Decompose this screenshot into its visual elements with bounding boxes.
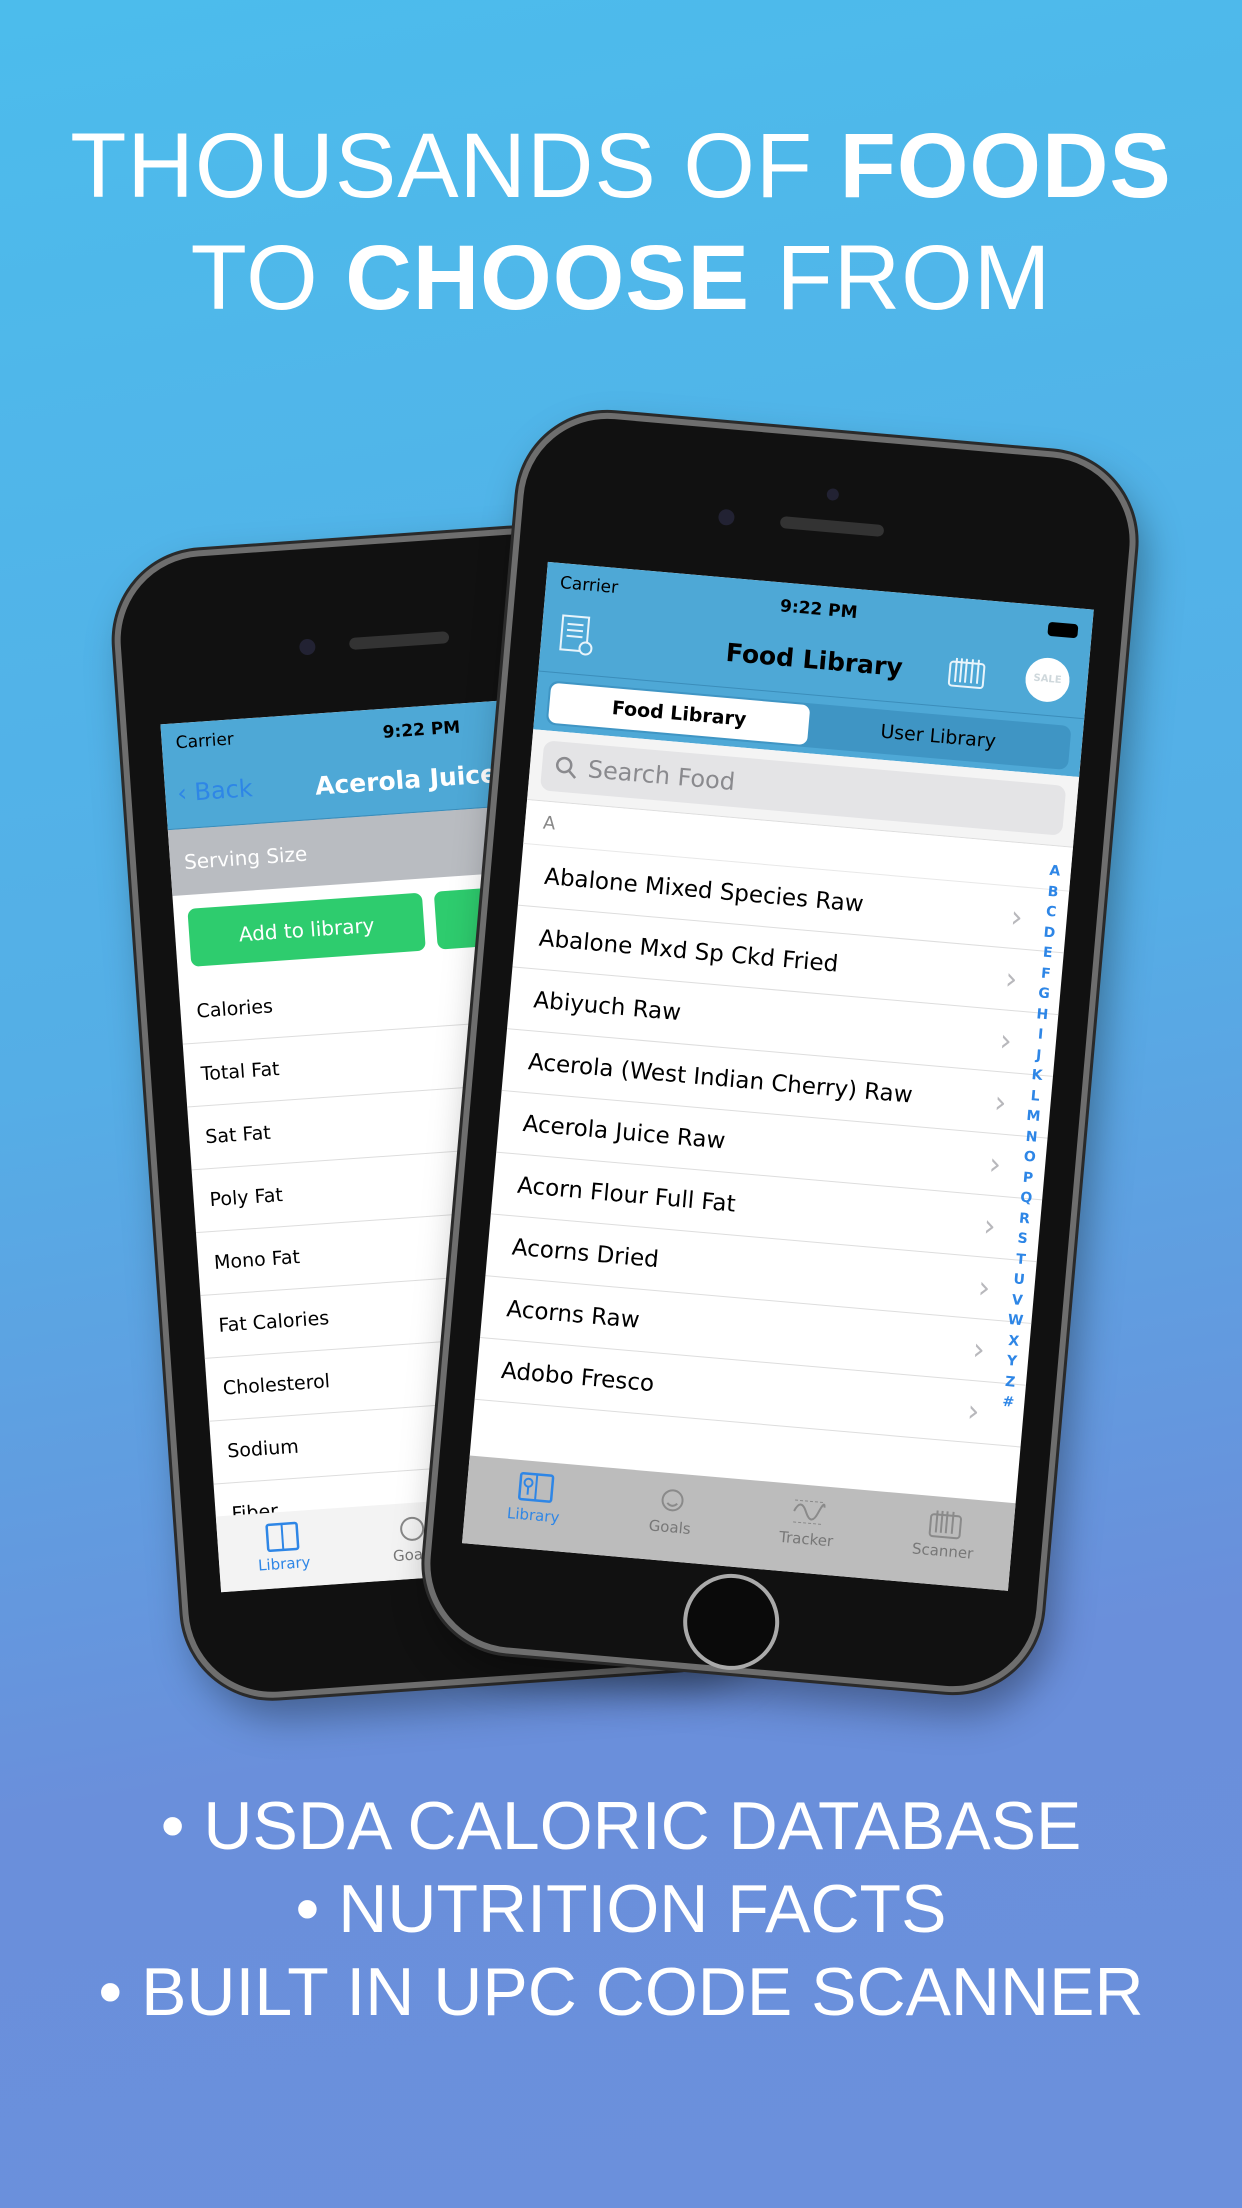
- scanner-icon: [928, 1510, 962, 1540]
- headline-text: THOUSANDS OF: [70, 115, 840, 217]
- index-letter[interactable]: H: [1031, 1003, 1053, 1025]
- feature-item: • USDA CALORIC DATABASE: [160, 1788, 1082, 1864]
- search-placeholder: Search Food: [586, 755, 737, 796]
- battery-icon: [1047, 621, 1079, 639]
- index-letter[interactable]: Y: [1001, 1351, 1023, 1373]
- search-icon: [555, 756, 577, 779]
- barcode-icon[interactable]: [946, 655, 987, 694]
- chevron-right-icon: ›: [976, 1270, 992, 1307]
- feature-item: • BUILT IN UPC CODE SCANNER: [98, 1954, 1144, 2030]
- index-letter[interactable]: L: [1024, 1085, 1046, 1107]
- back-label: Back: [193, 774, 254, 807]
- chevron-right-icon: ›: [971, 1332, 987, 1368]
- index-letter[interactable]: W: [1005, 1310, 1027, 1332]
- index-letter[interactable]: K: [1026, 1065, 1048, 1087]
- tab-library[interactable]: Library: [462, 1455, 606, 1555]
- chevron-right-icon: ›: [982, 1208, 998, 1245]
- index-letter[interactable]: J: [1028, 1044, 1050, 1066]
- tab-bar: Library Goals Tracker Scanner: [462, 1455, 1016, 1591]
- index-letter[interactable]: O: [1019, 1146, 1041, 1168]
- food-name: Abalone Mixed Species Raw: [543, 863, 865, 918]
- camera: [717, 508, 736, 526]
- index-letter[interactable]: D: [1039, 922, 1061, 944]
- index-letter[interactable]: B: [1042, 881, 1064, 903]
- index-letter[interactable]: R: [1014, 1208, 1036, 1230]
- library-icon: [517, 1471, 554, 1503]
- index-letter[interactable]: F: [1035, 963, 1057, 985]
- headline-bold: CHOOSE: [345, 227, 750, 329]
- chevron-right-icon: ›: [987, 1146, 1003, 1183]
- front-sensor: [826, 487, 840, 501]
- index-letter[interactable]: U: [1008, 1269, 1030, 1291]
- chevron-right-icon: ›: [1009, 899, 1025, 936]
- food-name: Acorns Raw: [505, 1296, 641, 1334]
- speaker: [779, 516, 885, 538]
- index-letter[interactable]: C: [1040, 901, 1062, 923]
- goals-icon: [400, 1516, 425, 1541]
- index-letter[interactable]: I: [1030, 1024, 1052, 1046]
- food-name: Acorns Dried: [510, 1234, 660, 1274]
- tab-label: Tracker: [778, 1527, 834, 1551]
- home-button[interactable]: [679, 1569, 784, 1674]
- add-to-library-button[interactable]: Add to library: [187, 892, 426, 967]
- back-button[interactable]: ‹ Back: [176, 774, 253, 807]
- headline-text: TO: [190, 227, 346, 329]
- chevron-right-icon: ›: [998, 1023, 1014, 1060]
- feature-item: • NUTRITION FACTS: [295, 1871, 947, 1947]
- food-name: Acerola Juice Raw: [521, 1110, 727, 1155]
- index-letter[interactable]: P: [1017, 1167, 1039, 1189]
- index-letter[interactable]: M: [1023, 1105, 1045, 1127]
- index-letter[interactable]: E: [1037, 942, 1059, 964]
- headline-bold: FOODS: [839, 115, 1172, 217]
- tab-goals[interactable]: Goals: [599, 1467, 743, 1567]
- feature-list: • USDA CALORIC DATABASE • NUTRITION FACT…: [0, 1785, 1242, 2034]
- index-letter[interactable]: V: [1006, 1289, 1028, 1311]
- front-phone: Carrier 9:22 PM Food Library SALE Food L…: [416, 405, 1144, 1700]
- tracker-icon: [792, 1499, 826, 1526]
- food-name: Abiyuch Raw: [532, 987, 683, 1027]
- tab-tracker[interactable]: Tracker: [735, 1479, 879, 1579]
- tab-library[interactable]: Library: [216, 1507, 351, 1592]
- tab-label: Scanner: [911, 1539, 975, 1563]
- speaker: [348, 631, 450, 651]
- food-name: Abalone Mxd Sp Ckd Fried: [537, 925, 840, 978]
- library-icon: [265, 1521, 300, 1553]
- index-letter[interactable]: G: [1033, 983, 1055, 1005]
- goals-icon: [661, 1489, 684, 1512]
- index-letter[interactable]: X: [1003, 1330, 1025, 1352]
- index-letter[interactable]: S: [1012, 1228, 1034, 1250]
- index-letter[interactable]: #: [998, 1391, 1020, 1413]
- front-screen: Carrier 9:22 PM Food Library SALE Food L…: [462, 561, 1094, 1591]
- index-letter[interactable]: N: [1021, 1126, 1043, 1148]
- index-letter[interactable]: T: [1010, 1248, 1032, 1270]
- food-name: Acorn Flour Full Fat: [516, 1172, 737, 1218]
- tab-label: Goals: [648, 1516, 692, 1538]
- headline-text: FROM: [749, 227, 1052, 329]
- headline: THOUSANDS OF FOODS TO CHOOSE FROM: [0, 110, 1242, 334]
- camera: [298, 638, 316, 656]
- tab-label: Library: [506, 1504, 561, 1527]
- food-name: Adobo Fresco: [500, 1357, 656, 1398]
- chevron-right-icon: ›: [992, 1084, 1008, 1121]
- chevron-right-icon: ›: [965, 1393, 981, 1430]
- tab-scanner[interactable]: Scanner: [871, 1491, 1015, 1591]
- chevron-right-icon: ›: [1003, 961, 1019, 998]
- sale-badge-icon[interactable]: SALE: [1023, 656, 1072, 704]
- index-letter[interactable]: Q: [1015, 1187, 1037, 1209]
- tab-label: Library: [257, 1553, 312, 1575]
- index-letter[interactable]: A: [1044, 860, 1066, 882]
- index-letter[interactable]: Z: [999, 1371, 1021, 1393]
